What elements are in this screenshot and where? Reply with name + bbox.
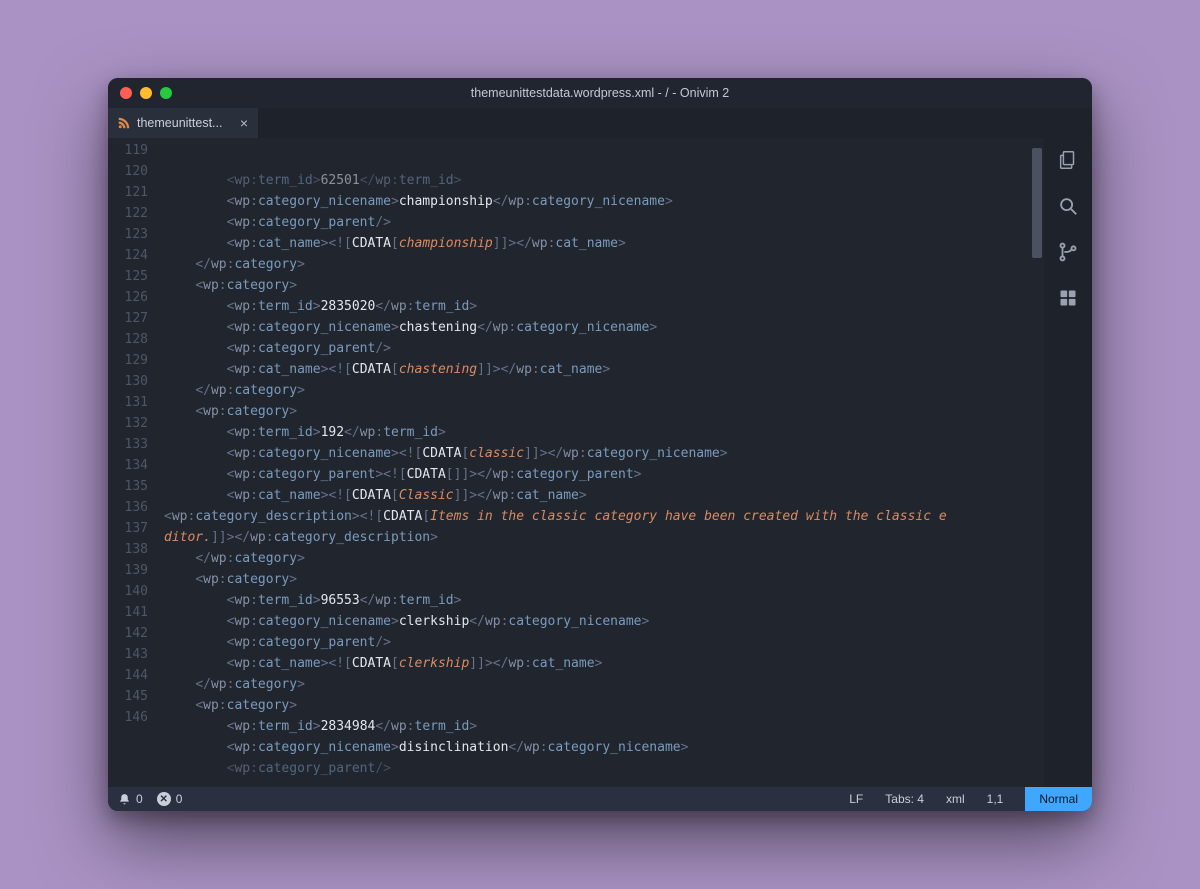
line-number: 132	[108, 413, 148, 434]
line-number: 134	[108, 455, 148, 476]
code-line: <wp:category>	[158, 695, 1044, 716]
code-line: <wp:cat_name><![CDATA[chastening]]></wp:…	[158, 359, 1044, 380]
line-number: 136	[108, 497, 148, 518]
tab-bar: themeunittest... ×	[108, 108, 1092, 138]
window-title: themeunittestdata.wordpress.xml - / - On…	[108, 86, 1092, 100]
line-number: 128	[108, 329, 148, 350]
code-line: <wp:term_id>192</wp:term_id>	[158, 422, 1044, 443]
line-number: 138	[108, 539, 148, 560]
scrollbar-track[interactable]	[1032, 140, 1042, 783]
line-number-gutter: 1191201211221231241251261271281291301311…	[108, 138, 158, 787]
vim-mode-indicator[interactable]: Normal	[1025, 787, 1092, 811]
code-line: <wp:term_id>96553</wp:term_id>	[158, 590, 1044, 611]
code-line: <wp:cat_name><![CDATA[Classic]]></wp:cat…	[158, 485, 1044, 506]
code-line: ditor.]]></wp:category_description>	[158, 527, 1044, 548]
code-line: </wp:category>	[158, 380, 1044, 401]
line-number: 133	[108, 434, 148, 455]
code-line: <wp:category_nicename>chastening</wp:cat…	[158, 317, 1044, 338]
editor-window: themeunittestdata.wordpress.xml - / - On…	[108, 78, 1092, 811]
editor-area: 1191201211221231241251261271281291301311…	[108, 138, 1044, 787]
extensions-icon[interactable]	[1056, 286, 1080, 310]
line-number: 139	[108, 560, 148, 581]
line-number: 119	[108, 140, 148, 161]
cursor-position[interactable]: 1,1	[987, 792, 1004, 806]
code-line: <wp:category_nicename>clerkship</wp:cate…	[158, 611, 1044, 632]
code-line: <wp:category_parent><![CDATA[]]></wp:cat…	[158, 464, 1044, 485]
line-number: 124	[108, 245, 148, 266]
line-number: 135	[108, 476, 148, 497]
line-number: 144	[108, 665, 148, 686]
error-badge-icon: ✕	[157, 792, 171, 806]
errors-count: 0	[176, 792, 183, 806]
git-icon[interactable]	[1056, 240, 1080, 264]
code-line: <wp:category_nicename>championship</wp:c…	[158, 191, 1044, 212]
line-number: 120	[108, 161, 148, 182]
line-number: 123	[108, 224, 148, 245]
line-number: 140	[108, 581, 148, 602]
line-number: 145	[108, 686, 148, 707]
code-line: <wp:category_nicename><![CDATA[classic]]…	[158, 443, 1044, 464]
line-number: 121	[108, 182, 148, 203]
code-line: <wp:category>	[158, 275, 1044, 296]
code-line: <wp:cat_name><![CDATA[clerkship]]></wp:c…	[158, 653, 1044, 674]
code-line: <wp:category_parent/>	[158, 632, 1044, 653]
line-number: 141	[108, 602, 148, 623]
tab-active[interactable]: themeunittest... ×	[108, 108, 258, 138]
code-line: <wp:category>	[158, 401, 1044, 422]
code-line: <wp:category_description><![CDATA[Items …	[158, 506, 1044, 527]
titlebar[interactable]: themeunittestdata.wordpress.xml - / - On…	[108, 78, 1092, 108]
code-content[interactable]: <wp:term_id>62501</wp:term_id> <wp:categ…	[158, 138, 1044, 787]
errors-indicator[interactable]: ✕ 0	[157, 792, 183, 806]
code-line: <wp:category>	[158, 569, 1044, 590]
line-number: 126	[108, 287, 148, 308]
maximize-window-button[interactable]	[160, 87, 172, 99]
line-number: 142	[108, 623, 148, 644]
line-number: 131	[108, 392, 148, 413]
rss-icon	[118, 117, 130, 129]
code-line: <wp:category_nicename>disinclination</wp…	[158, 737, 1044, 758]
code-line: <wp:term_id>2835020</wp:term_id>	[158, 296, 1044, 317]
filetype-indicator[interactable]: xml	[946, 792, 965, 806]
line-number: 130	[108, 371, 148, 392]
scrollbar-thumb[interactable]	[1032, 148, 1042, 258]
code-line: <wp:cat_name><![CDATA[championship]]></w…	[158, 233, 1044, 254]
tabs-indicator[interactable]: Tabs: 4	[885, 792, 924, 806]
line-ending-indicator[interactable]: LF	[849, 792, 863, 806]
code-line: </wp:category>	[158, 548, 1044, 569]
code-line: <wp:category_parent/>	[158, 758, 1044, 779]
code-line: </wp:category>	[158, 254, 1044, 275]
close-window-button[interactable]	[120, 87, 132, 99]
code-line: <wp:term_id>62501</wp:term_id>	[158, 170, 1044, 191]
window-controls	[108, 87, 172, 99]
activity-bar	[1044, 138, 1092, 787]
line-number: 137	[108, 518, 148, 539]
line-number: 143	[108, 644, 148, 665]
code-line: </wp:category>	[158, 674, 1044, 695]
line-number: 146	[108, 707, 148, 728]
notifications-count: 0	[136, 792, 143, 806]
main-area: 1191201211221231241251261271281291301311…	[108, 138, 1092, 787]
code-line: <wp:category_parent/>	[158, 338, 1044, 359]
code-line: <wp:term_id>2834984</wp:term_id>	[158, 716, 1044, 737]
bell-icon	[118, 793, 131, 806]
line-number: 125	[108, 266, 148, 287]
code-line: <wp:category_parent/>	[158, 212, 1044, 233]
line-number: 122	[108, 203, 148, 224]
line-number: 129	[108, 350, 148, 371]
tab-label: themeunittest...	[137, 116, 222, 130]
line-number: 127	[108, 308, 148, 329]
minimize-window-button[interactable]	[140, 87, 152, 99]
tab-close-icon[interactable]: ×	[240, 115, 248, 131]
search-icon[interactable]	[1056, 194, 1080, 218]
status-bar: 0 ✕ 0 LF Tabs: 4 xml 1,1 Normal	[108, 787, 1092, 811]
notifications-indicator[interactable]: 0	[118, 792, 143, 806]
files-icon[interactable]	[1056, 148, 1080, 172]
